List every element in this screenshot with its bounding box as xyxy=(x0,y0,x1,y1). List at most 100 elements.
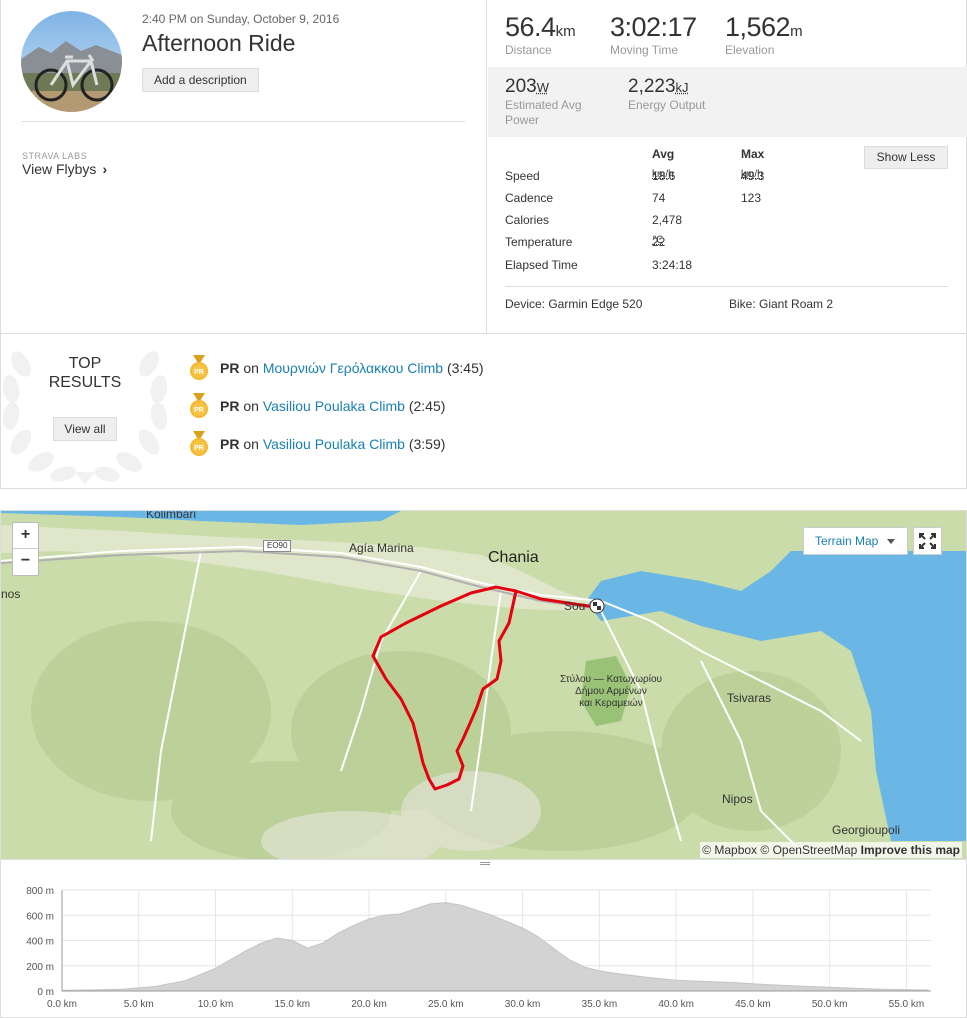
segment-link[interactable]: Vasiliou Poulaka Climb xyxy=(263,436,405,452)
pr-medal-icon: PR xyxy=(190,355,208,380)
title-line-1: TOP xyxy=(68,355,102,372)
map-label-park: Στύλου — Κατωχωρίου Δήμου Αρμένων και Κε… xyxy=(552,674,670,710)
route-map[interactable]: Kolimbari nos EO90 Agía Marina Chania So… xyxy=(0,510,967,860)
max-unit: km/h xyxy=(741,169,763,180)
activity-header: 2:40 PM on Sunday, October 9, 2016 After… xyxy=(1,0,487,333)
power-band: 203W Estimated Avg Power 2,223kJ Energy … xyxy=(488,67,967,137)
table-row: Elapsed Time 3:24:18 xyxy=(505,258,805,276)
map-label-tsivaras: Tsivaras xyxy=(727,691,772,705)
row-label: Cadence xyxy=(505,191,554,205)
divider xyxy=(22,121,465,122)
on-text: on xyxy=(243,360,259,376)
activity-stats: 56.4km Distance 3:02:17 Moving Time 1,56… xyxy=(488,0,967,333)
finish-flag-icon xyxy=(589,598,605,614)
show-less-button[interactable]: Show Less xyxy=(864,146,948,169)
top-results-title: TOP RESULTS xyxy=(31,354,139,392)
view-flybys-link[interactable]: View Flybys › xyxy=(22,161,107,177)
zoom-control: + − xyxy=(12,522,39,576)
y-tick-label: 0 m xyxy=(37,987,54,998)
table-row: Cadence 74 123 xyxy=(505,191,805,209)
map-type-dropdown[interactable]: Terrain Map xyxy=(803,527,908,555)
x-tick-label: 10.0 km xyxy=(198,999,234,1010)
pr-time: (2:45) xyxy=(408,398,446,414)
fullscreen-icon xyxy=(919,533,936,549)
distance-value: 56.4 xyxy=(505,12,556,42)
activity-summary: 2:40 PM on Sunday, October 9, 2016 After… xyxy=(0,0,967,334)
row-avg: 74 xyxy=(652,191,666,205)
pr-text: PR on Vasiliou Poulaka Climb (2:45) xyxy=(220,398,445,414)
stat-power: 203W Estimated Avg Power xyxy=(505,76,582,128)
x-tick-label: 20.0 km xyxy=(351,999,387,1010)
mapbox-link[interactable]: © Mapbox xyxy=(702,843,757,857)
caret-down-icon xyxy=(887,539,895,544)
medal-badge-text: PR xyxy=(194,407,204,414)
add-description-button[interactable]: Add a description xyxy=(142,68,259,92)
view-all-button[interactable]: View all xyxy=(53,417,117,441)
park-label-1: Στύλου — Κατωχωρίου xyxy=(560,674,662,685)
distance-label: Distance xyxy=(505,43,552,57)
activity-photo[interactable] xyxy=(21,11,122,112)
y-tick-label: 600 m xyxy=(26,911,54,922)
row-avg: 3:24:18 xyxy=(652,258,693,272)
pr-label: PR xyxy=(220,360,240,376)
x-tick-label: 0.0 km xyxy=(47,999,77,1010)
map-label-georgioupoli: Georgioupoli xyxy=(832,823,901,837)
elevation-area xyxy=(61,902,929,992)
elevation-chart[interactable]: 0 m 200 m 400 m 600 m 800 m 0.0 km 5.0 km 10.0 … xyxy=(1,860,967,1018)
distance-unit: km xyxy=(555,23,576,40)
pr-label: PR xyxy=(220,436,240,452)
y-tick-label: 400 m xyxy=(26,937,54,948)
power-unit: W xyxy=(536,80,549,95)
energy-unit: kJ xyxy=(675,80,689,95)
elevation-label: Elevation xyxy=(725,43,775,57)
park-label-2: Δήμου Αρμένων xyxy=(575,686,647,697)
x-tick-label: 30.0 km xyxy=(505,999,541,1010)
x-tick-label: 40.0 km xyxy=(658,999,694,1010)
power-label-2: Power xyxy=(505,113,540,127)
chevron-right-icon: › xyxy=(102,161,108,177)
table-row: Calories 2,478 xyxy=(505,213,805,231)
osm-link[interactable]: © OpenStreetMap xyxy=(760,843,857,857)
pr-label: PR xyxy=(220,398,240,414)
medal-badge-text: PR xyxy=(194,445,204,452)
park-label-3: και Κεραμειών xyxy=(579,698,643,709)
fullscreen-button[interactable] xyxy=(913,527,942,555)
title-line-2: RESULTS xyxy=(48,374,122,391)
map-canvas[interactable] xyxy=(1,511,967,860)
top-results: TOP RESULTS View all PR PR on Μουρνιών Γ… xyxy=(0,334,967,489)
bike-info[interactable]: Bike: Giant Roam 2 xyxy=(729,297,833,311)
stats-table-header: Avg Max xyxy=(505,147,805,165)
segment-link[interactable]: Vasiliou Poulaka Climb xyxy=(263,398,405,414)
map-label-agia-marina: Agía Marina xyxy=(349,541,414,555)
zoom-in-button[interactable]: + xyxy=(13,523,38,549)
row-label: Calories xyxy=(505,213,550,227)
table-row: Speed 18.6 km/h 49.3 km/h xyxy=(505,169,805,187)
stat-moving-time: 3:02:17 Moving Time xyxy=(610,12,697,57)
zoom-out-button[interactable]: − xyxy=(13,549,38,575)
device-info: Device: Garmin Edge 520 xyxy=(505,297,643,311)
elevation-profile[interactable]: 0 m 200 m 400 m 600 m 800 m 0.0 km 5.0 km 10.0 … xyxy=(0,860,967,1018)
y-tick-label: 800 m xyxy=(26,886,54,897)
elevation-value: 1,562 xyxy=(725,12,791,42)
view-flybys-label: View Flybys xyxy=(22,161,97,177)
pr-medal-icon: PR xyxy=(190,393,208,418)
y-tick-label: 200 m xyxy=(26,962,54,973)
x-tick-label: 50.0 km xyxy=(812,999,848,1010)
improve-map-link[interactable]: Improve this map xyxy=(861,843,960,857)
road-shield: EO90 xyxy=(263,540,292,552)
table-row: Temperature 22 ℃ xyxy=(505,235,805,253)
moving-time-value: 3:02:17 xyxy=(610,12,697,42)
row-label: Temperature xyxy=(505,235,573,249)
map-label-souda: Sou xyxy=(564,599,586,613)
segment-link[interactable]: Μουρνιών Γερόλακκου Climb xyxy=(263,360,443,376)
on-text: on xyxy=(243,436,259,452)
map-label-nos: nos xyxy=(1,587,21,601)
x-tick-label: 55.0 km xyxy=(889,999,925,1010)
on-text: on xyxy=(243,398,259,414)
activity-title[interactable]: Afternoon Ride xyxy=(142,30,295,57)
pr-text: PR on Vasiliou Poulaka Climb (3:59) xyxy=(220,436,445,452)
col-avg: Avg xyxy=(652,147,675,161)
power-label-1: Estimated Avg xyxy=(505,98,582,112)
energy-value: 2,223 xyxy=(628,76,676,97)
map-label-nipos: Nipos xyxy=(722,792,753,806)
